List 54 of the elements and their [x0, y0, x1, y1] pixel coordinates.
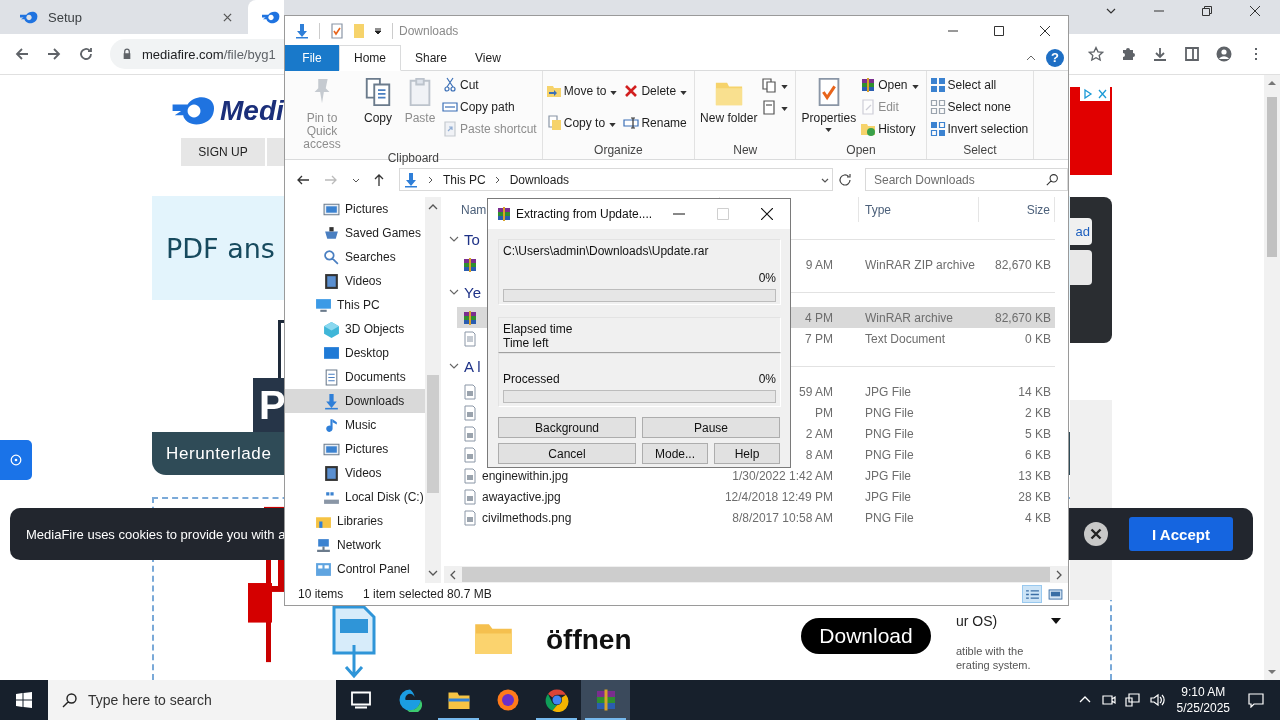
status-text: 10 items	[298, 587, 345, 601]
file-type: WinRAR ZIP archive	[865, 257, 975, 272]
file-size: 6 KB	[1025, 447, 1051, 462]
file-type: PNG File	[865, 447, 914, 462]
percent-text: 0%	[758, 372, 776, 386]
file-date: 7 PM	[805, 331, 833, 346]
file-size: 5 KB	[1025, 426, 1051, 441]
ribbon-group-label: Organize	[593, 143, 644, 159]
file-type: JPG File	[865, 384, 911, 399]
file-name: awayactive.jpg	[482, 489, 561, 504]
file-name: civilmethods.png	[482, 510, 572, 525]
ribbon-group-label: New	[732, 143, 759, 159]
file-date: 8/8/2017 10:58 AM	[732, 510, 833, 525]
file-size: 0 KB	[1025, 331, 1051, 346]
window-title: Downloads	[399, 23, 459, 38]
ribbon-group-label: Select	[962, 143, 998, 159]
compatibility-note: atible with the erating system.	[956, 644, 1032, 672]
file-date: 9 AM	[805, 257, 833, 272]
file-date: 1/30/2022 1:42 AM	[732, 468, 833, 483]
file-date: 4 PM	[805, 310, 833, 325]
file-date: 2 AM	[805, 426, 833, 441]
file-size: 13 KB	[1018, 468, 1051, 483]
file-type: Text Document	[865, 331, 946, 346]
file-type: JPG File	[865, 489, 911, 504]
file-size: 4 KB	[1025, 510, 1051, 525]
file-type: JPG File	[865, 468, 911, 483]
file-name: enginewithin.jpg	[482, 468, 569, 483]
cookie-message: MediaFire uses cookies to provide you with a	[26, 526, 286, 542]
archive-path: C:\Users\admin\Downloads\Update.rar	[503, 244, 710, 258]
open-heading: öffnen	[546, 624, 633, 656]
ribbon-group-label: Open	[845, 143, 877, 159]
status-text: 1 item selected	[363, 587, 445, 601]
file-date: 12/4/2018 12:49 PM	[724, 489, 833, 504]
file-type: PNG File	[865, 426, 914, 441]
percent-text: 0%	[758, 271, 776, 285]
file-type: PNG File	[865, 510, 914, 525]
processed-label: Processed	[503, 372, 560, 386]
file-size: 2 KB	[1025, 405, 1051, 420]
file-size: 28 KB	[1018, 489, 1051, 504]
file-date: PM	[815, 405, 833, 420]
status-text: 80.7 MB	[447, 587, 492, 601]
file-date: 8 AM	[805, 447, 833, 462]
banner-heading: PDF ans	[166, 232, 275, 264]
logo-text: Medi	[220, 95, 284, 127]
file-type: WinRAR archive	[865, 310, 954, 325]
file-size: 82,670 KB	[994, 257, 1051, 272]
file-size: 14 KB	[1018, 384, 1051, 399]
timing-label: Time left	[503, 336, 550, 350]
file-type: PNG File	[865, 405, 914, 420]
file-size: 82,670 KB	[994, 310, 1051, 325]
dialog-title: Extracting from Update....	[516, 207, 653, 221]
timing-label: Elapsed time	[503, 322, 574, 336]
ribbon-group-label: Clipboard	[386, 151, 441, 165]
file-date: 59 AM	[798, 384, 833, 399]
